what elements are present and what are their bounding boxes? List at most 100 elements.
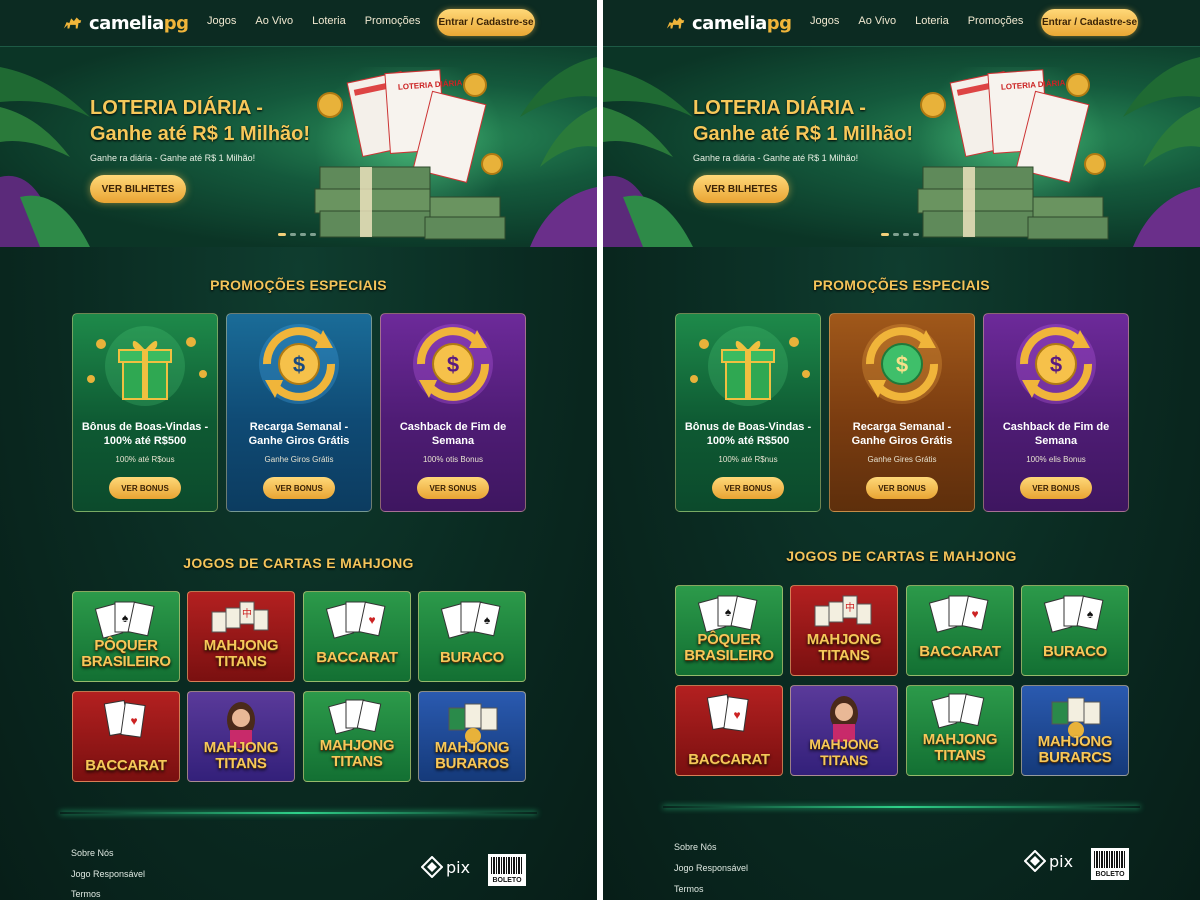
carousel-dot[interactable] bbox=[300, 233, 306, 236]
game-tile-mahjong-titans[interactable]: MAHJONG TITANS bbox=[906, 685, 1014, 776]
login-register-button[interactable]: Entrar / Cadastre-se bbox=[1041, 9, 1138, 36]
game-tile-poquer-brasileiro[interactable]: ♠ PÔQUER BRASILEIRO bbox=[72, 591, 180, 682]
promo-card-welcome[interactable]: Bônus de Boas-Vindas - 100% até R$500 10… bbox=[72, 313, 218, 512]
footer-link-termos[interactable]: Termos bbox=[71, 889, 101, 899]
svg-text:♠: ♠ bbox=[122, 611, 129, 625]
hero-title-line2: Ganhe até R$ 1 Milhão! bbox=[693, 123, 914, 145]
nav-ao-vivo[interactable]: Ao Vivo bbox=[858, 15, 896, 27]
view-bonus-button[interactable]: VER BONUS bbox=[109, 477, 181, 499]
game-tile-mahjong-titans[interactable]: MAHJONG TITANS bbox=[187, 691, 295, 782]
game-title-line1: MAHJONG bbox=[809, 736, 879, 752]
game-title-line2: TITANS bbox=[215, 755, 267, 772]
game-tile-baccarat[interactable]: ♥ BACCARAT bbox=[303, 591, 411, 682]
view-tickets-button[interactable]: VER BILHETES bbox=[90, 175, 186, 203]
promo-title-line1: Bônus de Boas-Vindas - bbox=[684, 421, 812, 433]
promo-title-line1: Recarga Semanal - bbox=[852, 421, 952, 433]
view-tickets-button[interactable]: VER BILHETES bbox=[693, 175, 789, 203]
nav-loteria[interactable]: Loteria bbox=[915, 15, 949, 27]
barcode-icon bbox=[1094, 851, 1126, 868]
view-bonus-button[interactable]: VER BONUS bbox=[1020, 477, 1092, 499]
promo-card-welcome[interactable]: Bônus de Boas-Vindas - 100% até R$500 10… bbox=[675, 313, 821, 512]
game-tile-mahjong-buraros[interactable]: MAHJONG BURAROS bbox=[418, 691, 526, 782]
logo-text-accent: pg bbox=[766, 12, 792, 34]
site-header: cameliapg Jogos Ao Vivo Loteria Promoçõe… bbox=[603, 0, 1200, 47]
carousel-dots[interactable] bbox=[278, 233, 316, 236]
promo-title-line2: Semana bbox=[431, 435, 475, 447]
game-tile-buraco[interactable]: ♠ BURACO bbox=[418, 591, 526, 682]
footer-link-sobre-nos[interactable]: Sobre Nós bbox=[71, 848, 114, 858]
nav-promocoes[interactable]: Promoções bbox=[365, 15, 421, 27]
game-tile-mahjong-burarcs[interactable]: MAHJONG BURARCS bbox=[1021, 685, 1129, 776]
main-nav: Jogos Ao Vivo Loteria Promoções bbox=[810, 15, 1042, 27]
promo-card-weekly[interactable]: $ Recarga Semanal - Ganhe Giros Grátis G… bbox=[829, 313, 975, 512]
svg-text:♥: ♥ bbox=[368, 613, 375, 627]
playing-cards-icon: ♥ bbox=[103, 699, 146, 738]
site-header: cameliapg Jogos Ao Vivo Loteria Promoçõe… bbox=[0, 0, 597, 47]
promo-subtitle: 100% até R$nus bbox=[718, 455, 778, 464]
logo[interactable]: cameliapg bbox=[665, 10, 792, 36]
pix-logo: pix bbox=[1024, 850, 1073, 872]
footer-link-sobre-nos[interactable]: Sobre Nós bbox=[674, 842, 717, 852]
carousel-dot[interactable] bbox=[893, 233, 899, 236]
view-bonus-button[interactable]: VER SONUS bbox=[417, 477, 489, 499]
view-bonus-button[interactable]: VER BONUS bbox=[263, 477, 335, 499]
game-tile-mahjong-titans[interactable]: 中 MAHJONG TITANS bbox=[187, 591, 295, 682]
carousel-dot[interactable] bbox=[278, 233, 286, 236]
promo-card-weekly[interactable]: $ Recarga Semanal - Ganhe Giros Grátis G… bbox=[226, 313, 372, 512]
dollar-cashback-icon: $ bbox=[1016, 324, 1096, 404]
login-register-button[interactable]: Entrar / Cadastre-se bbox=[437, 9, 535, 36]
game-title-line1: MAHJONG bbox=[203, 739, 279, 756]
carousel-dot[interactable] bbox=[310, 233, 316, 236]
game-title-line2: TITANS bbox=[820, 752, 868, 768]
promo-card-cashback[interactable]: $ Cashback de Fim de Semana 100% elis Bo… bbox=[983, 313, 1129, 512]
nav-jogos[interactable]: Jogos bbox=[810, 15, 839, 27]
boleto-label: BOLETO bbox=[1095, 871, 1125, 878]
camel-icon bbox=[666, 17, 685, 29]
promo-title-line1: Cashback de Fim de bbox=[1002, 421, 1110, 433]
logo[interactable]: cameliapg bbox=[62, 10, 189, 36]
promo-title-line1: Cashback de Fim de bbox=[399, 421, 507, 433]
carousel-dot[interactable] bbox=[903, 233, 909, 236]
promo-title-line1: Recarga Semanal - bbox=[249, 421, 349, 433]
footer-divider bbox=[60, 812, 537, 814]
boleto-logo: BOLETO bbox=[488, 854, 526, 886]
nav-loteria[interactable]: Loteria bbox=[312, 15, 346, 27]
carousel-dot[interactable] bbox=[881, 233, 889, 236]
pix-logo: pix bbox=[421, 856, 470, 878]
game-title-line1: MAHJONG bbox=[203, 637, 279, 654]
carousel-dot[interactable] bbox=[913, 233, 919, 236]
footer-link-jogo-responsavel[interactable]: Jogo Responsável bbox=[71, 869, 145, 879]
logo-text-main: camelia bbox=[692, 12, 767, 34]
view-bonus-button[interactable]: VER BONUS bbox=[866, 477, 938, 499]
game-tile-baccarat[interactable]: ♥ BACCARAT bbox=[72, 691, 180, 782]
nav-promocoes[interactable]: Promoções bbox=[968, 15, 1024, 27]
game-tile-baccarat[interactable]: ♥ BACCARAT bbox=[906, 585, 1014, 676]
footer-link-termos[interactable]: Termos bbox=[674, 884, 704, 894]
logo-text-accent: pg bbox=[163, 12, 189, 34]
game-tile-poquer-brasileiro[interactable]: ♠ PÔQUER BRASILEIRO bbox=[675, 585, 783, 676]
game-title-line2: TITANS bbox=[818, 647, 870, 664]
game-tile-buraco[interactable]: ♠ BURACO bbox=[1021, 585, 1129, 676]
game-tile-mahjong-titans[interactable]: 中 MAHJONG TITANS bbox=[790, 585, 898, 676]
game-title-line1: MAHJONG bbox=[434, 739, 510, 756]
page-panel-left: cameliapg Jogos Ao Vivo Loteria Promoçõe… bbox=[0, 0, 597, 900]
game-tile-baccarat[interactable]: ♥ BACCARAT bbox=[675, 685, 783, 776]
svg-text:♠: ♠ bbox=[484, 613, 491, 627]
boleto-label: BOLETO bbox=[492, 877, 522, 884]
game-title-line1: BURACO bbox=[1042, 643, 1108, 660]
promo-subtitle: Ganhe Gires Grátis bbox=[867, 455, 937, 464]
footer-link-jogo-responsavel[interactable]: Jogo Responsável bbox=[674, 863, 748, 873]
view-bonus-button[interactable]: VER BONUS bbox=[712, 477, 784, 499]
pix-icon bbox=[421, 856, 443, 878]
nav-jogos[interactable]: Jogos bbox=[207, 15, 236, 27]
palm-leaves-left bbox=[603, 67, 693, 247]
playing-cards-icon: ♥ bbox=[706, 693, 749, 732]
carousel-dot[interactable] bbox=[290, 233, 296, 236]
pix-icon bbox=[1024, 850, 1046, 872]
carousel-dots[interactable] bbox=[881, 233, 919, 236]
game-tile-mahjong-titans[interactable]: MAHJONG TITANS bbox=[790, 685, 898, 776]
nav-ao-vivo[interactable]: Ao Vivo bbox=[255, 15, 293, 27]
game-tile-mahjong-titans[interactable]: MAHJONG TITANS bbox=[303, 691, 411, 782]
promo-card-cashback[interactable]: $ Cashback de Fim de Semana 100% otis Bo… bbox=[380, 313, 526, 512]
game-title-line1: MAHJONG bbox=[1037, 733, 1113, 750]
